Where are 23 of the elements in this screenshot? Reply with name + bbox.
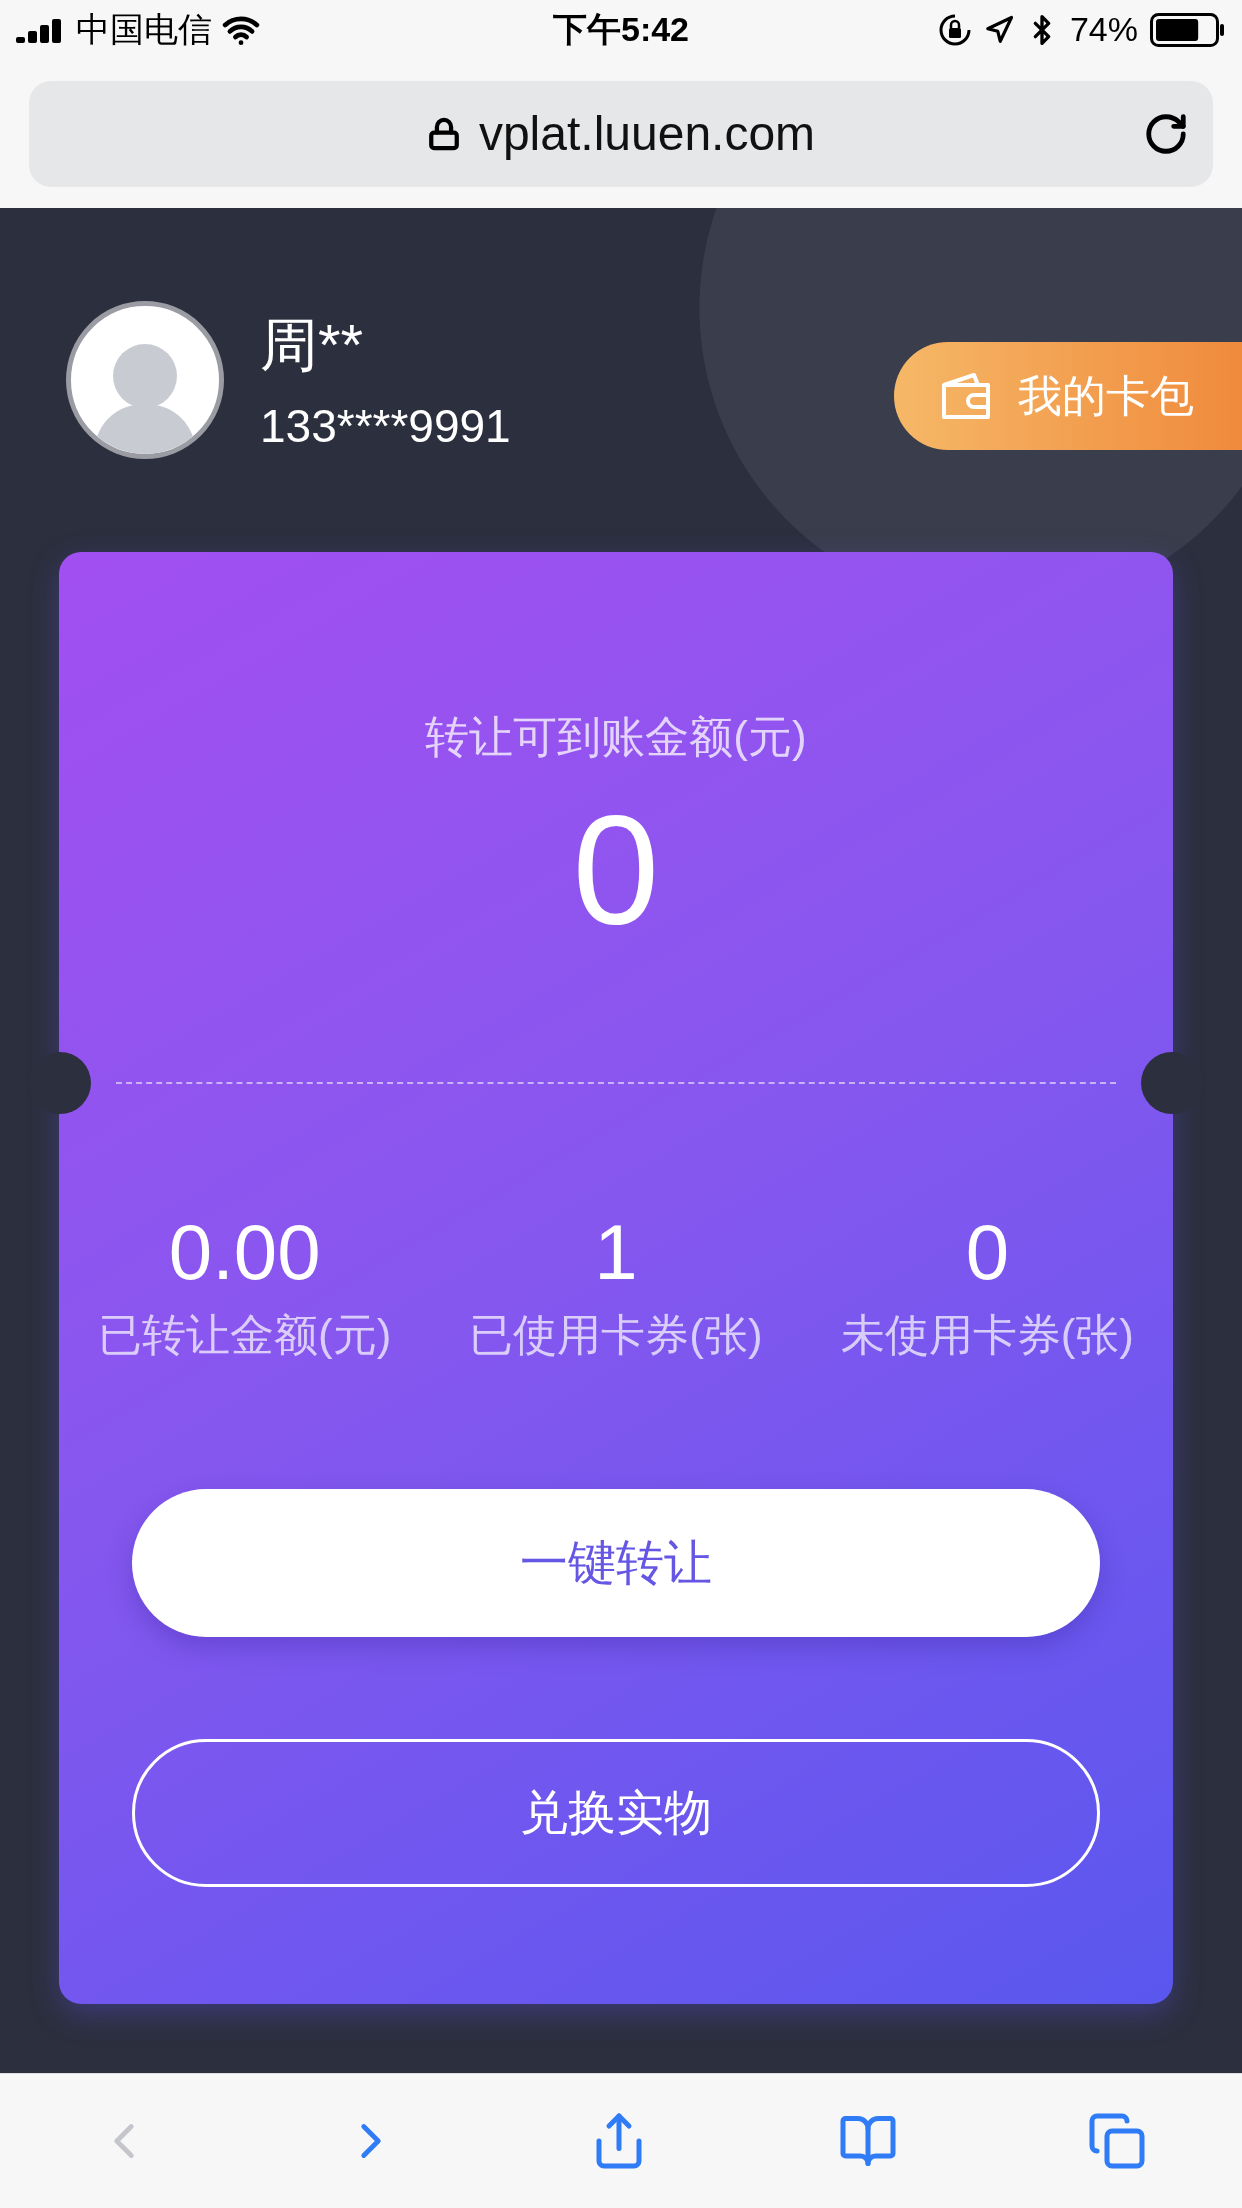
tabs-icon [1087, 2111, 1148, 2171]
stat-value: 1 [594, 1210, 638, 1296]
location-icon [983, 14, 1014, 45]
stat-label: 未使用卡券(张) [840, 1308, 1134, 1361]
status-time: 下午5:42 [552, 8, 690, 50]
battery-percent: 74% [1069, 10, 1138, 49]
rotation-lock-icon [937, 12, 972, 47]
url-text: vplat.luuen.com [478, 106, 816, 161]
battery-icon [1150, 12, 1226, 47]
stat-value: 0.00 [168, 1210, 321, 1296]
carrier-name: 中国电信 [76, 8, 212, 50]
redeem-button[interactable]: 兑换实物 [132, 1738, 1100, 1887]
tabs-button[interactable] [1087, 2111, 1148, 2171]
lock-icon [426, 116, 461, 151]
transfer-button[interactable]: 一键转让 [132, 1488, 1100, 1637]
stat-label: 已使用卡券(张) [469, 1308, 763, 1361]
stat-label: 已转让金额(元) [98, 1308, 392, 1361]
address-bar[interactable]: vplat.luuen.com [29, 80, 1213, 187]
user-phone: 133****9991 [260, 399, 511, 453]
balance-amount: 0 [572, 791, 660, 947]
stat-value: 0 [965, 1210, 1009, 1296]
balance-title: 转让可到账金额(元) [425, 711, 807, 763]
user-name: 周** [260, 311, 365, 379]
